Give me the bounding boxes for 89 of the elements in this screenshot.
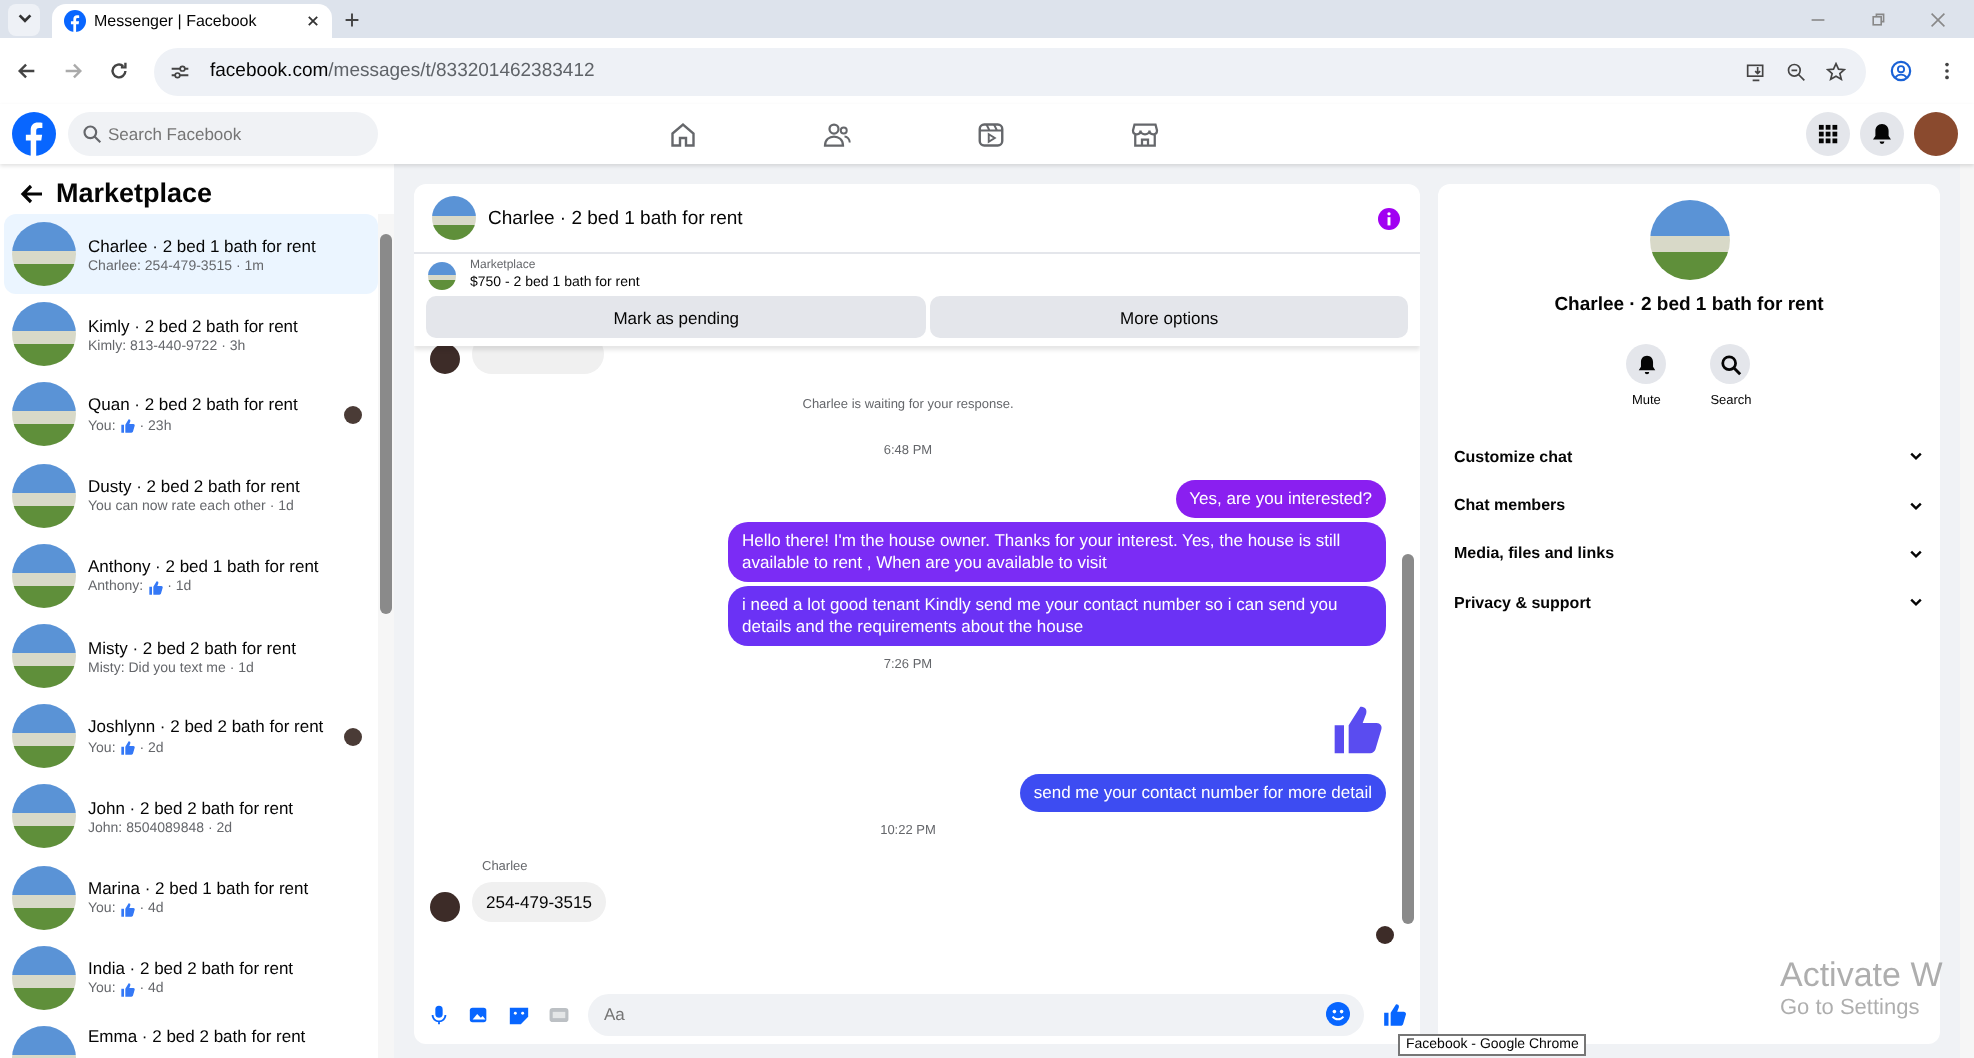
house-photo bbox=[12, 784, 76, 849]
message-bubble bbox=[472, 346, 604, 374]
message-bubble: send me your contact number for more detail bbox=[1019, 774, 1386, 812]
address-bar[interactable]: facebook.com/messages/t/833201462383412 bbox=[154, 47, 1866, 95]
info-icon[interactable] bbox=[1378, 207, 1400, 229]
notifications-button[interactable] bbox=[1860, 112, 1904, 156]
account-avatar[interactable] bbox=[1914, 112, 1958, 156]
activation-notice-title: Activate W bbox=[1780, 956, 1943, 996]
section-header[interactable]: Media, files and links bbox=[1454, 529, 1924, 579]
new-tab-icon[interactable] bbox=[344, 11, 360, 27]
message-bubble: i need a lot good tenant Kindly send me your contact number so i can send you details and the requirements about the house bbox=[728, 586, 1386, 646]
house-photo bbox=[1649, 200, 1729, 280]
zoom-out-icon[interactable] bbox=[1786, 61, 1806, 81]
house-photo bbox=[12, 865, 76, 930]
chevron-down-icon bbox=[15, 10, 33, 28]
house-photo bbox=[12, 704, 76, 769]
contact-avatar bbox=[430, 346, 460, 374]
menu-button[interactable] bbox=[1806, 112, 1850, 156]
message-bubble: Hello there! I'm the house owner. Thanks for your interest. Yes, the house is still available to rent , When are you available to visit bbox=[728, 522, 1386, 582]
scrollbar[interactable] bbox=[378, 214, 394, 1058]
profile-icon[interactable] bbox=[1890, 60, 1912, 82]
action-button[interactable] bbox=[1626, 344, 1667, 384]
section-header[interactable]: Customize chat bbox=[1454, 432, 1924, 481]
grid-icon bbox=[1817, 123, 1839, 145]
video-icon bbox=[976, 119, 1006, 149]
house-photo bbox=[428, 261, 456, 289]
browser-tab[interactable]: Messenger | Facebook bbox=[52, 4, 332, 38]
emoji-icon[interactable] bbox=[1326, 1002, 1350, 1026]
section-header[interactable]: Privacy & support bbox=[1454, 578, 1924, 628]
message-input[interactable]: Aa bbox=[588, 993, 1364, 1035]
house-photo bbox=[12, 222, 76, 287]
bell-icon bbox=[1870, 122, 1894, 146]
activation-notice-text: Go to Settings bbox=[1780, 996, 1922, 1020]
conversation-item[interactable]: Emma · 2 bed 2 bath for rent bbox=[4, 1017, 378, 1058]
chat-title: Charlee · 2 bed 1 bath for rent bbox=[488, 207, 745, 229]
seen-avatar bbox=[1376, 926, 1394, 944]
photo-icon[interactable] bbox=[468, 1003, 490, 1025]
store-icon bbox=[1130, 119, 1160, 149]
star-icon[interactable] bbox=[1826, 61, 1846, 81]
house-photo bbox=[12, 382, 76, 447]
listing-button[interactable]: More options bbox=[930, 296, 1408, 338]
house-photo bbox=[12, 624, 76, 689]
conversation-title: Quan · 2 bed 2 bath for rent bbox=[88, 394, 300, 415]
bell-icon bbox=[1635, 353, 1658, 375]
home-icon bbox=[668, 119, 698, 149]
conversation-title: Marina · 2 bed 1 bath for rent bbox=[88, 877, 311, 898]
house-photo bbox=[12, 543, 76, 608]
search-icon bbox=[82, 124, 102, 144]
url-text: facebook.com/messages/t/833201462383412 bbox=[210, 60, 597, 82]
house-photo bbox=[12, 302, 76, 367]
conversation-title: Dusty · 2 bed 2 bath for rent bbox=[88, 476, 302, 497]
contact-avatar bbox=[430, 892, 460, 922]
search-icon bbox=[1719, 353, 1742, 375]
restore-icon[interactable] bbox=[1870, 11, 1886, 27]
sidebar-title: Marketplace bbox=[56, 178, 213, 208]
house-photo bbox=[12, 945, 76, 1010]
reload-icon[interactable] bbox=[108, 60, 130, 82]
action-button[interactable] bbox=[1710, 344, 1751, 384]
conversation-title: Charlee · 2 bed 1 bath for rent bbox=[88, 235, 318, 256]
conversation-title: Emma · 2 bed 2 bath for rent bbox=[88, 1025, 308, 1046]
conversation-title: Kimly · 2 bed 2 bath for rent bbox=[88, 315, 300, 336]
site-settings-icon[interactable] bbox=[170, 61, 190, 81]
close-window-icon[interactable] bbox=[1930, 11, 1946, 27]
conversation-title: India · 2 bed 2 bath for rent bbox=[88, 957, 296, 978]
sticker-icon[interactable] bbox=[508, 1003, 530, 1025]
tab-list-button[interactable] bbox=[8, 3, 40, 35]
message-bubble: Yes, are you interested? bbox=[1175, 480, 1386, 518]
section-header[interactable]: Chat members bbox=[1454, 480, 1924, 530]
conversation-title: Misty · 2 bed 2 bath for rent bbox=[88, 637, 298, 658]
back-icon[interactable] bbox=[16, 60, 38, 82]
house-photo bbox=[12, 463, 76, 528]
facebook-logo-icon[interactable] bbox=[12, 112, 56, 156]
search-field[interactable]: Search Facebook bbox=[68, 112, 378, 156]
back-arrow-icon[interactable] bbox=[20, 181, 44, 205]
listing-button[interactable]: Mark as pending bbox=[426, 296, 927, 338]
facebook-logo-icon bbox=[64, 10, 86, 32]
close-tab-icon[interactable] bbox=[306, 14, 320, 28]
thumbs-up-icon bbox=[1382, 1001, 1408, 1027]
microphone-icon[interactable] bbox=[428, 1003, 450, 1025]
conversation-title: Charlee · 2 bed 1 bath for rent bbox=[1554, 294, 1824, 316]
thumbs-up-icon bbox=[1330, 702, 1386, 758]
house-photo bbox=[432, 196, 476, 240]
conversation-title: Joshlynn · 2 bed 2 bath for rent bbox=[88, 716, 326, 737]
install-app-icon[interactable] bbox=[1746, 61, 1766, 81]
page-scrollbar[interactable] bbox=[1960, 164, 1974, 1058]
message-bubble: 254-479-3515 bbox=[472, 882, 606, 922]
conversation-title: John · 2 bed 2 bath for rent bbox=[88, 797, 296, 818]
people-icon bbox=[822, 119, 852, 149]
conversation-title: Anthony · 2 bed 1 bath for rent bbox=[88, 555, 321, 576]
